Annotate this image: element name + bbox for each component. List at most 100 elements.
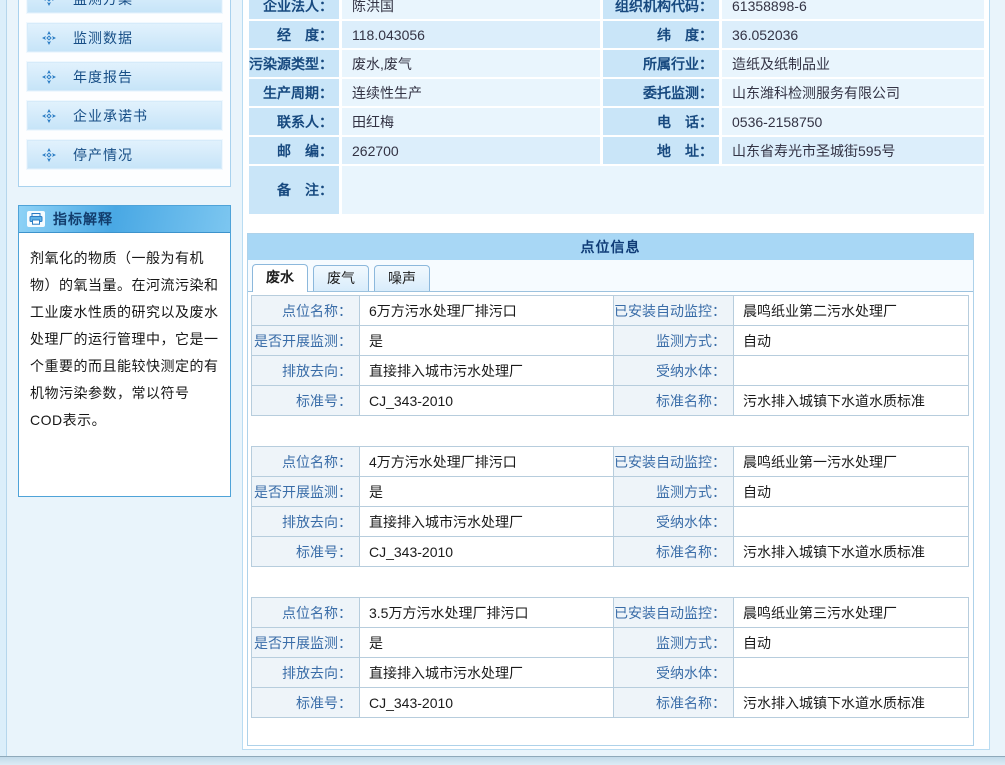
field-value: 36.052036	[722, 21, 984, 48]
sidebar-item-label: 停产情况	[73, 145, 133, 165]
table-row: 是否开展监测： 是 监测方式： 自动	[252, 326, 969, 356]
field-label: 组织机构代码：	[603, 0, 719, 19]
field-label: 受纳水体：	[614, 356, 734, 386]
field-value: 61358898-6	[722, 0, 984, 19]
field-value: 陈洪国	[342, 0, 600, 19]
field-label: 纬 度：	[603, 21, 719, 48]
tab-wastewater[interactable]: 废水	[252, 264, 308, 292]
table-row: 标准号： CJ_343-2010 标准名称： 污水排入城镇下水道水质标准	[252, 537, 969, 567]
nav-diamond-icon	[41, 108, 57, 124]
sidebar-item-shutdown-status[interactable]: 停产情况	[26, 139, 223, 170]
field-value: 是	[360, 477, 614, 507]
table-row: 生产周期： 连续性生产 委托监测： 山东潍科检测服务有限公司	[249, 79, 984, 106]
nav-diamond-icon	[41, 0, 57, 7]
tab-waste-gas[interactable]: 废气	[313, 265, 369, 291]
main-panel: 企业法人： 陈洪国 组织机构代码： 61358898-6 经 度： 118.04…	[242, 0, 990, 750]
field-value: 直接排入城市污水处理厂	[360, 658, 614, 688]
point-info-box: 点位信息 废水 废气 噪声 点位名称： 6万方污水处理厂排污口 已安装自动监控：…	[247, 233, 974, 746]
sidebar-item-annual-report[interactable]: 年度报告	[26, 61, 223, 92]
field-label: 受纳水体：	[614, 507, 734, 537]
field-value: CJ_343-2010	[360, 537, 614, 567]
field-value: 造纸及纸制品业	[722, 50, 984, 77]
field-value: 山东潍科检测服务有限公司	[722, 79, 984, 106]
table-row: 排放去向： 直接排入城市污水处理厂 受纳水体：	[252, 658, 969, 688]
nav-diamond-icon	[41, 147, 57, 163]
field-label: 点位名称：	[252, 598, 360, 628]
field-label: 生产周期：	[249, 79, 339, 106]
point-block-table: 点位名称： 4万方污水处理厂排污口 已安装自动监控： 晨鸣纸业第一污水处理厂 是…	[251, 446, 969, 567]
point-info-content: 点位名称： 6万方污水处理厂排污口 已安装自动监控： 晨鸣纸业第二污水处理厂 是…	[248, 292, 973, 718]
field-value: 连续性生产	[342, 79, 600, 106]
table-row: 是否开展监测： 是 监测方式： 自动	[252, 477, 969, 507]
table-row: 是否开展监测： 是 监测方式： 自动	[252, 628, 969, 658]
field-value: 是	[360, 326, 614, 356]
field-label: 标准名称：	[614, 688, 734, 718]
tab-noise[interactable]: 噪声	[374, 265, 430, 291]
sidebar-item-label: 监测数据	[73, 28, 133, 48]
table-row: 标准号： CJ_343-2010 标准名称： 污水排入城镇下水道水质标准	[252, 688, 969, 718]
remark-row: 备 注：	[249, 166, 984, 214]
field-value: 田红梅	[342, 108, 600, 135]
field-value: 山东省寿光市圣城街595号	[722, 137, 984, 164]
field-label: 经 度：	[249, 21, 339, 48]
field-value: 262700	[342, 137, 600, 164]
field-value: 3.5万方污水处理厂排污口	[360, 598, 614, 628]
field-label: 电 话：	[603, 108, 719, 135]
indicator-panel: 指标解释 剂氧化的物质（一般为有机物）的氧当量。在河流污染和工业废水性质的研究以…	[18, 205, 231, 497]
table-row: 排放去向： 直接排入城市污水处理厂 受纳水体：	[252, 507, 969, 537]
table-row: 污染源类型： 废水,废气 所属行业： 造纸及纸制品业	[249, 50, 984, 77]
table-row: 联系人： 田红梅 电 话： 0536-2158750	[249, 108, 984, 135]
field-label: 企业法人：	[249, 0, 339, 19]
table-row: 经 度： 118.043056 纬 度： 36.052036	[249, 21, 984, 48]
field-value: 污水排入城镇下水道水质标准	[734, 386, 969, 416]
field-label: 已安装自动监控：	[614, 447, 734, 477]
field-value	[734, 658, 969, 688]
field-label: 标准名称：	[614, 537, 734, 567]
field-label: 邮 编：	[249, 137, 339, 164]
field-label: 污染源类型：	[249, 50, 339, 77]
point-block-table: 点位名称： 6万方污水处理厂排污口 已安装自动监控： 晨鸣纸业第二污水处理厂 是…	[251, 295, 969, 416]
indicator-panel-title: 指标解释	[53, 209, 113, 229]
field-label: 监测方式：	[614, 477, 734, 507]
sidebar-item-label: 监测方案	[73, 0, 133, 9]
field-label: 是否开展监测：	[252, 326, 360, 356]
table-row: 点位名称： 4万方污水处理厂排污口 已安装自动监控： 晨鸣纸业第一污水处理厂	[252, 447, 969, 477]
field-label: 委托监测：	[603, 79, 719, 106]
field-label: 监测方式：	[614, 628, 734, 658]
field-label: 是否开展监测：	[252, 628, 360, 658]
printer-icon	[27, 211, 45, 227]
enterprise-info-table: 企业法人： 陈洪国 组织机构代码： 61358898-6 经 度： 118.04…	[246, 0, 987, 216]
field-label: 点位名称：	[252, 447, 360, 477]
point-info-title: 点位信息	[581, 237, 641, 257]
field-value: 118.043056	[342, 21, 600, 48]
field-value	[734, 507, 969, 537]
table-row: 企业法人： 陈洪国 组织机构代码： 61358898-6	[249, 0, 984, 19]
field-label: 排放去向：	[252, 658, 360, 688]
table-row: 排放去向： 直接排入城市污水处理厂 受纳水体：	[252, 356, 969, 386]
sidebar-item-monitor-plan[interactable]: 监测方案	[26, 0, 223, 14]
field-value: 污水排入城镇下水道水质标准	[734, 688, 969, 718]
sidebar-nav: 监测方案 监测数据 年度报告 企业承诺书 停产情况	[18, 0, 231, 187]
page-bottom-bar	[0, 756, 1005, 765]
field-label: 受纳水体：	[614, 658, 734, 688]
field-label: 标准号：	[252, 386, 360, 416]
field-label: 联系人：	[249, 108, 339, 135]
table-row: 邮 编： 262700 地 址： 山东省寿光市圣城街595号	[249, 137, 984, 164]
nav-diamond-icon	[41, 30, 57, 46]
field-value: 自动	[734, 477, 969, 507]
field-value: 自动	[734, 326, 969, 356]
indicator-panel-header: 指标解释	[19, 206, 230, 233]
field-label: 地 址：	[603, 137, 719, 164]
sidebar-item-commitment[interactable]: 企业承诺书	[26, 100, 223, 131]
sidebar-item-monitor-data[interactable]: 监测数据	[26, 22, 223, 53]
field-value: 晨鸣纸业第二污水处理厂	[734, 296, 969, 326]
field-label: 所属行业：	[603, 50, 719, 77]
field-value: 废水,废气	[342, 50, 600, 77]
field-label: 是否开展监测：	[252, 477, 360, 507]
table-row: 点位名称： 3.5万方污水处理厂排污口 已安装自动监控： 晨鸣纸业第三污水处理厂	[252, 598, 969, 628]
field-value: 晨鸣纸业第一污水处理厂	[734, 447, 969, 477]
point-info-tabs: 废水 废气 噪声	[248, 260, 973, 292]
field-label: 备 注：	[249, 166, 339, 214]
field-label: 标准名称：	[614, 386, 734, 416]
field-value	[342, 166, 984, 214]
